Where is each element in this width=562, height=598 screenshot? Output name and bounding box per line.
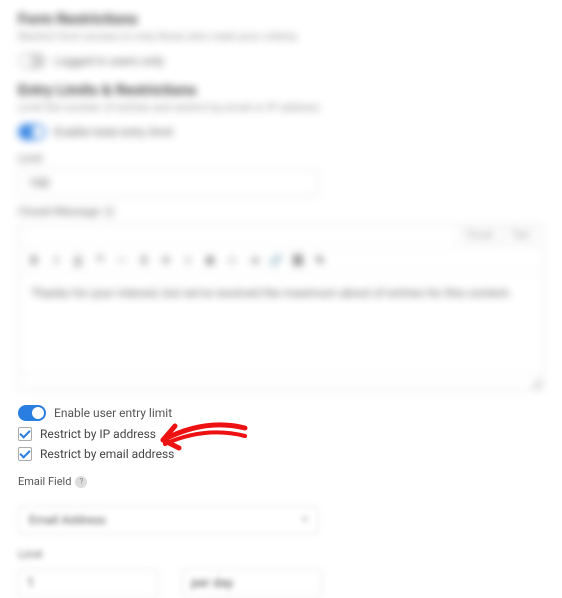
underline-icon[interactable]: U xyxy=(71,253,85,267)
email-field-select[interactable]: Email Address ▾ xyxy=(18,506,318,534)
logged-in-toggle-row[interactable]: Logged in users only xyxy=(18,53,544,69)
restrict-ip-label: Restrict by IP address xyxy=(40,427,156,441)
color-icon[interactable]: ✎ xyxy=(313,253,327,267)
help-icon[interactable]: ? xyxy=(103,206,115,218)
bottom-per-select[interactable]: per day xyxy=(182,569,322,598)
bottom-per-label xyxy=(182,548,322,561)
bold-icon[interactable]: B xyxy=(27,253,41,267)
enable-user-entry-label: Enable user entry limit xyxy=(54,406,172,420)
enable-total-toggle[interactable] xyxy=(18,124,46,140)
limit-label: Limit xyxy=(18,152,544,165)
email-field-label: Email Field ? xyxy=(18,475,544,488)
entry-limits-title: Entry Limits & Restrictions xyxy=(18,81,544,99)
link-icon[interactable]: 🔗 xyxy=(269,253,283,267)
form-restrictions-title: Form Restrictions xyxy=(18,10,544,28)
tab-text[interactable]: Text xyxy=(504,227,537,244)
entry-limits-desc: Limit the number of entries and restrict… xyxy=(18,101,544,114)
hr-icon[interactable]: — xyxy=(115,253,129,267)
italic-icon[interactable]: I xyxy=(49,253,63,267)
resize-grip-icon[interactable] xyxy=(531,378,541,388)
bottom-limit-label: Limit xyxy=(18,548,158,561)
closed-msg-label: Closed Message ? xyxy=(18,205,544,218)
enable-user-entry-toggle[interactable] xyxy=(18,405,46,421)
closed-msg-editor[interactable]: Visual Text B I U ❝ — S ✕ ≡ ≣ ≡ ⇥ 🔗 ⛓ ✎ … xyxy=(18,224,544,391)
restrict-email-checkbox[interactable] xyxy=(18,447,32,461)
align-icon[interactable]: ≡ xyxy=(225,253,239,267)
unlink-icon[interactable]: ⛓ xyxy=(291,253,305,267)
limit-input[interactable]: 100 xyxy=(18,169,318,197)
enable-total-toggle-row[interactable]: Enable total entry limit xyxy=(18,124,544,140)
restrict-ip-row[interactable]: Restrict by IP address xyxy=(18,427,544,441)
blockquote-icon[interactable]: ❝ xyxy=(93,253,107,267)
ol-icon[interactable]: ≣ xyxy=(203,253,217,267)
restrict-email-label: Restrict by email address xyxy=(40,447,174,461)
restrict-email-row[interactable]: Restrict by email address xyxy=(18,447,544,461)
logged-in-label: Logged in users only xyxy=(54,54,164,68)
chevron-down-icon: ▾ xyxy=(302,515,307,525)
form-restrictions-desc: Restrict form access to only those who m… xyxy=(18,30,544,43)
enable-total-label: Enable total entry limit xyxy=(54,125,173,139)
enable-user-entry-row[interactable]: Enable user entry limit xyxy=(18,405,544,421)
editor-toolbar: B I U ❝ — S ✕ ≡ ≣ ≡ ⇥ 🔗 ⛓ ✎ xyxy=(19,247,543,274)
ul-icon[interactable]: ≡ xyxy=(181,253,195,267)
restrict-ip-checkbox[interactable] xyxy=(18,427,32,441)
clear-icon[interactable]: ✕ xyxy=(159,253,173,267)
indent-icon[interactable]: ⇥ xyxy=(247,253,261,267)
logged-in-toggle[interactable] xyxy=(18,53,46,69)
tab-visual[interactable]: Visual xyxy=(459,227,500,244)
help-icon[interactable]: ? xyxy=(75,476,87,488)
editor-footer xyxy=(19,374,543,390)
editor-body[interactable]: Thanks for your interest, but we've rece… xyxy=(19,274,543,374)
strike-icon[interactable]: S xyxy=(137,253,151,267)
bottom-limit-input[interactable]: 1 xyxy=(18,569,158,598)
